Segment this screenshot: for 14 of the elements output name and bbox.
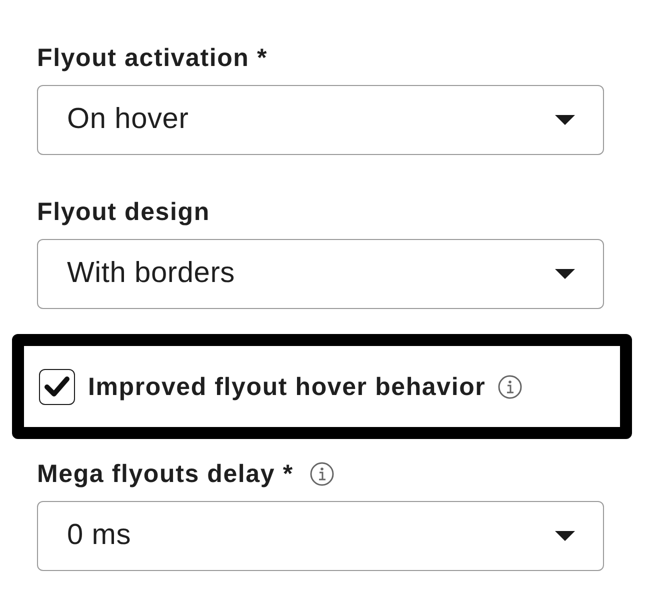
checkmark-icon bbox=[44, 376, 70, 398]
field-label: Mega flyouts delay * bbox=[37, 460, 294, 488]
caret-icon bbox=[555, 115, 575, 125]
field-label: Flyout design bbox=[37, 198, 210, 226]
select-field[interactable]: With borders bbox=[37, 239, 604, 309]
select-field[interactable]: On hover bbox=[37, 85, 604, 155]
checkbox-label[interactable]: Improved flyout hover behavior bbox=[88, 372, 486, 400]
field-label: Flyout activation * bbox=[37, 44, 268, 72]
caret-icon bbox=[555, 269, 575, 279]
info-icon[interactable] bbox=[498, 374, 522, 398]
info-icon[interactable] bbox=[310, 462, 334, 486]
caret-icon bbox=[555, 531, 575, 541]
select-field[interactable]: 0 ms bbox=[37, 501, 604, 571]
checkbox[interactable] bbox=[39, 368, 75, 404]
